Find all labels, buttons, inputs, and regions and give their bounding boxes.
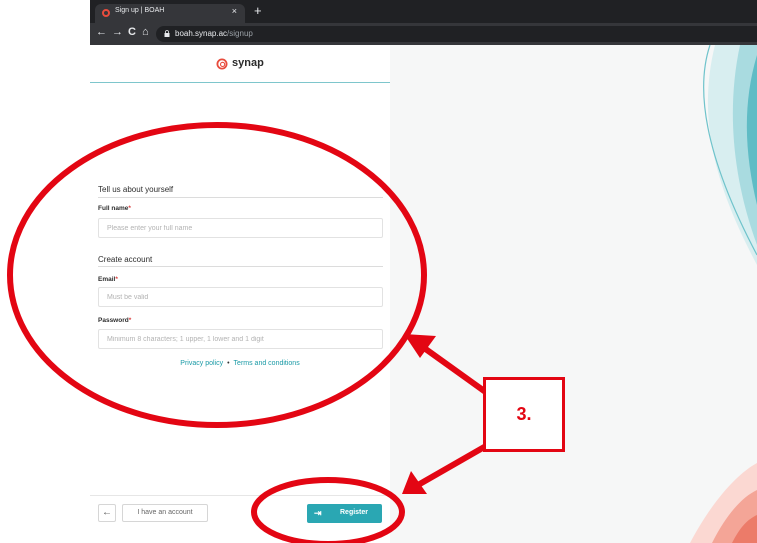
register-label: Register: [340, 509, 369, 516]
home-icon[interactable]: ⌂: [142, 26, 149, 38]
tab-close-icon[interactable]: ×: [232, 6, 237, 16]
new-tab-icon[interactable]: +: [254, 4, 262, 17]
email-input[interactable]: [98, 287, 383, 307]
decorative-waves: [690, 45, 757, 543]
section-divider: [98, 266, 383, 267]
url-text: boah.synap.ac/signup: [175, 29, 253, 38]
legal-links: Privacy policy • Terms and conditions: [90, 360, 390, 367]
tab-bar: Sign up | BOAH × +: [90, 0, 757, 23]
browser-window: Sign up | BOAH × + ← → C ⌂ boah.synap.ac…: [90, 0, 757, 543]
privacy-policy-link[interactable]: Privacy policy: [180, 360, 223, 367]
register-button[interactable]: ⇥ Register: [307, 504, 382, 523]
about-section-title: Tell us about yourself: [98, 185, 174, 194]
decorative-panel: [390, 45, 757, 543]
footer-divider: [90, 495, 390, 496]
back-button[interactable]: ←: [98, 504, 116, 522]
back-arrow-icon[interactable]: ←: [96, 26, 107, 38]
terms-link[interactable]: Terms and conditions: [234, 360, 300, 367]
password-input[interactable]: [98, 329, 383, 349]
password-label: Password*: [98, 317, 132, 324]
header-divider: [90, 82, 390, 83]
forward-arrow-icon[interactable]: →: [112, 26, 123, 38]
section-divider: [98, 197, 383, 198]
lock-icon: [164, 30, 170, 37]
login-arrow-icon: ⇥: [314, 508, 322, 518]
account-section-title: Create account: [98, 255, 153, 264]
synap-favicon-icon: [102, 9, 110, 17]
have-account-button[interactable]: I have an account: [122, 504, 208, 522]
link-separator: •: [227, 360, 230, 367]
brand-name: synap: [232, 57, 264, 69]
tab-title: Sign up | BOAH: [115, 7, 165, 14]
full-name-label: Full name*: [98, 205, 131, 212]
browser-toolbar: ← → C ⌂ boah.synap.ac/signup: [90, 23, 757, 45]
email-label: Email*: [98, 276, 118, 283]
address-bar[interactable]: boah.synap.ac/signup: [156, 26, 757, 42]
reload-icon[interactable]: C: [128, 26, 136, 38]
signup-panel: synap Tell us about yourself Full name* …: [90, 45, 390, 543]
full-name-input[interactable]: [98, 218, 383, 238]
synap-logo-icon: [216, 58, 228, 70]
browser-tab[interactable]: Sign up | BOAH ×: [95, 4, 245, 23]
